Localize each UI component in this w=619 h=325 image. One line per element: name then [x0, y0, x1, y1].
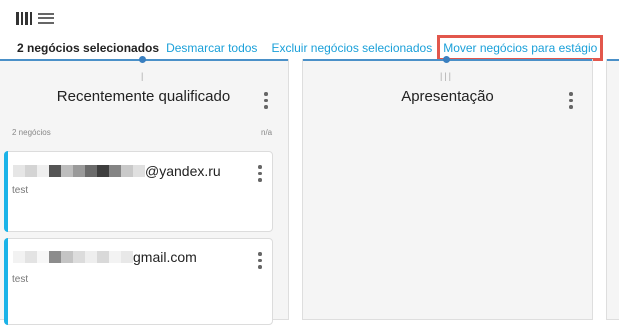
column-resize-dot[interactable] [139, 56, 146, 63]
pipeline-board: | Recentemente qualificado 2 negócios n/… [0, 56, 619, 325]
column-drag-handle[interactable]: | [141, 71, 145, 81]
deal-description: test [12, 185, 29, 196]
column-title: Apresentação [401, 88, 494, 105]
deal-title-text: @yandex.ru [145, 163, 221, 179]
deal-card[interactable]: @yandex.ru test [4, 151, 273, 232]
column-amount: n/a [261, 128, 273, 137]
move-to-stage-link[interactable]: Mover negócios para estágio [437, 35, 604, 61]
selected-indicator [4, 151, 8, 232]
stage-column: ||| Apresentação [302, 56, 593, 320]
view-switcher [16, 11, 54, 25]
delete-selected-link[interactable]: Excluir negócios selecionados [271, 41, 432, 55]
deal-description: test [12, 274, 29, 285]
card-menu-icon[interactable] [258, 252, 262, 269]
list-view-icon[interactable] [38, 12, 54, 24]
redacted-email [13, 251, 133, 263]
unselect-all-link[interactable]: Desmarcar todos [166, 41, 257, 55]
redacted-email [13, 165, 145, 177]
column-resize-dot[interactable] [443, 56, 450, 63]
deal-title-text: gmail.com [133, 249, 197, 265]
deal-card[interactable]: gmail.com test [4, 238, 273, 325]
deal-title[interactable]: gmail.com [13, 249, 197, 265]
stage-column-partial [606, 59, 619, 320]
column-title: Recentemente qualificado [56, 88, 231, 105]
column-drag-handle[interactable]: ||| [440, 71, 453, 81]
selection-action-bar: 2 negócios selecionados Desmarcar todos … [17, 35, 604, 61]
board-view-icon[interactable] [16, 11, 32, 25]
column-menu-icon[interactable] [569, 92, 573, 109]
deal-title[interactable]: @yandex.ru [13, 163, 221, 179]
selected-indicator [4, 238, 8, 325]
card-menu-icon[interactable] [258, 165, 262, 182]
column-menu-icon[interactable] [264, 92, 268, 109]
deal-count: 2 negócios [12, 128, 51, 137]
selected-count: 2 negócios selecionados [17, 41, 160, 55]
stage-column: | Recentemente qualificado 2 negócios n/… [0, 56, 289, 325]
column-top-bar [607, 59, 619, 61]
